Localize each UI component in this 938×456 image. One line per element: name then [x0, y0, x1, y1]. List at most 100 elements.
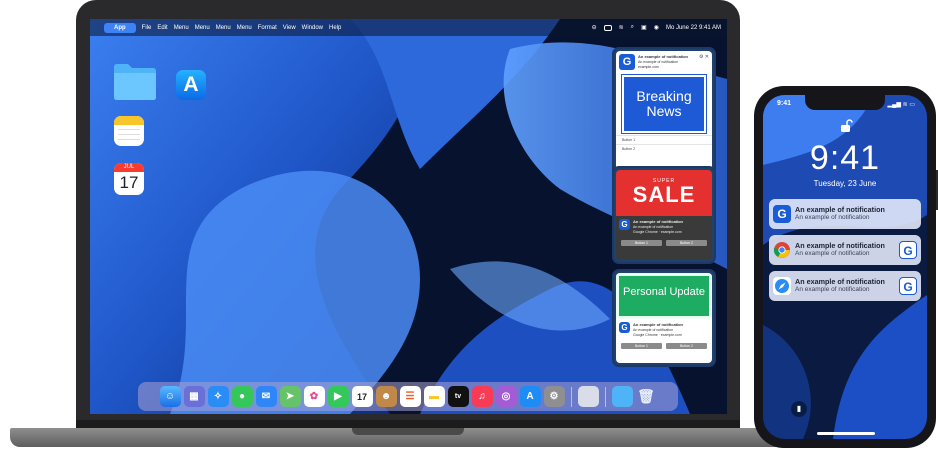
screen-mirroring-icon[interactable]: ▣ [641, 24, 647, 31]
card-site: example.com [638, 65, 659, 69]
menubar-clock[interactable]: Mo June 22 9:41 AM [666, 25, 721, 31]
breaking-news-banner: Breaking News [621, 74, 707, 134]
chrome-icon [773, 242, 790, 258]
menu-item-4[interactable]: Menu [237, 25, 252, 31]
safari-icon[interactable]: ✧ [207, 386, 229, 407]
card-body: An example of notification [633, 328, 674, 332]
dock-separator [604, 386, 606, 407]
calendar-dock-icon[interactable]: 17 [351, 386, 373, 407]
phone-notification-2[interactable]: An example of notification An example of… [769, 235, 921, 265]
notification-body: An example of notification [795, 214, 870, 221]
notification-title: An example of notification [795, 205, 885, 214]
menu-item-3[interactable]: Menu [216, 25, 231, 31]
status-bar-icons: ▂▄▆ ≋ ▭ [887, 101, 915, 108]
menu-file[interactable]: File [142, 25, 152, 31]
battery-icon: ▭ [909, 102, 915, 108]
lock-screen-date: Tuesday, 23 June [813, 179, 877, 188]
app-logo-icon: G [619, 322, 630, 333]
dock-window-thumbnail-icon[interactable] [577, 386, 599, 407]
phone-notification-1[interactable]: G An example of notification An example … [769, 199, 921, 229]
trash-icon[interactable]: 🗑 [636, 386, 657, 407]
card-button-1[interactable]: Button 1 [621, 240, 662, 246]
notification-title: An example of notification [795, 277, 885, 286]
card-button-1[interactable]: Button 1 [621, 343, 662, 349]
card-title: An example of notification [638, 54, 689, 59]
home-indicator[interactable] [817, 432, 875, 435]
notification-body: An example of notification [795, 286, 870, 293]
menu-window[interactable]: Window [302, 25, 323, 31]
notification-card-sale[interactable]: SUPER SALE G An example of notification … [612, 166, 716, 264]
safari-icon [773, 277, 791, 295]
mail-icon[interactable]: ✉ [255, 386, 277, 407]
battery-icon[interactable] [603, 24, 612, 31]
unlock-icon [841, 119, 853, 132]
menu-item-2[interactable]: Menu [195, 25, 210, 31]
notes-dock-icon[interactable]: ▬ [423, 386, 445, 407]
app-logo-icon: G [773, 205, 791, 223]
notes-icon[interactable] [114, 116, 144, 146]
downloads-folder-icon[interactable] [611, 386, 633, 407]
app-store-dock-icon[interactable]: A [519, 386, 541, 407]
notification-title: An example of notification [795, 241, 885, 250]
menu-item-1[interactable]: Menu [174, 25, 189, 31]
menu-app[interactable]: App [104, 22, 136, 33]
phone-notification-3[interactable]: An example of notification An example of… [769, 271, 921, 301]
wifi-icon: ≋ [902, 102, 908, 108]
card-title: An example of notification [633, 219, 684, 224]
system-preferences-icon[interactable]: ⚙ [543, 386, 565, 407]
menu-help[interactable]: Help [329, 25, 341, 31]
phone-lock-screen: 9:41 ▂▄▆ ≋ ▭ 9:41 Tuesday, 23 June G An … [763, 95, 927, 439]
dock: ☺ ▦ ✧ ● ✉ ➤ ✿ ▶ 17 ☻ ☰ ▬ tv ♫ ◎ A ⚙ 🗑 [138, 382, 678, 411]
launchpad-icon[interactable]: ▦ [183, 386, 205, 407]
card-body: An example of notification [633, 225, 674, 229]
calendar-icon[interactable]: JUL 17 [114, 163, 144, 195]
apple-tv-icon[interactable]: tv [447, 386, 469, 407]
close-icon[interactable]: ⚙ ✕ [699, 54, 709, 60]
contacts-icon[interactable]: ☻ [375, 386, 397, 407]
app-logo-icon: G [619, 219, 630, 230]
siri-icon[interactable]: ◉ [654, 24, 659, 31]
app-store-icon[interactable]: A [176, 70, 206, 100]
notification-card-personal-update[interactable]: Personal Update G An example of notifica… [612, 269, 716, 367]
podcasts-icon[interactable]: ◎ [495, 386, 517, 407]
dock-separator [570, 386, 572, 407]
menu-format[interactable]: Format [258, 25, 277, 31]
card-body: An example of notification [638, 60, 679, 64]
app-logo-icon: G [899, 241, 917, 259]
notification-body: An example of notification [795, 250, 870, 257]
card-button-2[interactable]: Button 2 [666, 343, 707, 349]
menu-edit[interactable]: Edit [157, 25, 167, 31]
sale-banner: SUPER SALE [616, 170, 712, 216]
calendar-day: 17 [119, 173, 139, 192]
notification-card-breaking-news[interactable]: G An example of notification An example … [612, 47, 716, 177]
card-site: Google Chrome · example.com [633, 230, 682, 234]
facetime-icon[interactable]: ▶ [327, 386, 349, 407]
music-icon[interactable]: ♫ [471, 386, 493, 407]
laptop-opening-notch [352, 428, 464, 435]
card-button-2[interactable]: Button 2 [616, 144, 712, 153]
card-button-2[interactable]: Button 2 [666, 240, 707, 246]
card-site: Google Chrome · example.com [633, 333, 682, 337]
photos-icon[interactable]: ✿ [303, 386, 325, 407]
spotlight-search-icon[interactable]: ⌕ [631, 24, 634, 31]
flashlight-icon[interactable]: ▮ [791, 401, 807, 417]
finder-icon[interactable]: ☺ [159, 386, 181, 407]
mac-screen: App File Edit Menu Menu Menu Menu Format… [90, 19, 727, 414]
calendar-month: JUL [114, 163, 144, 172]
personal-update-banner: Personal Update [616, 273, 712, 319]
card-title: An example of notification [633, 322, 684, 327]
apple-tv-label: tv [454, 393, 462, 400]
menu-view[interactable]: View [283, 25, 296, 31]
phone-notch [805, 95, 885, 110]
signal-icon: ▂▄▆ [887, 102, 901, 108]
messages-icon[interactable]: ● [231, 386, 253, 407]
wifi-icon[interactable]: ≋ [619, 24, 624, 31]
app-logo-icon: G [619, 54, 635, 70]
folder-icon[interactable] [112, 61, 158, 101]
status-bar-time: 9:41 [777, 100, 792, 107]
control-center-icon[interactable]: ⊖ [592, 24, 597, 31]
maps-icon[interactable]: ➤ [279, 386, 301, 407]
menu-bar: App File Edit Menu Menu Menu Menu Format… [90, 19, 727, 36]
card-button-1[interactable]: Button 1 [616, 135, 712, 144]
reminders-icon[interactable]: ☰ [399, 386, 421, 407]
